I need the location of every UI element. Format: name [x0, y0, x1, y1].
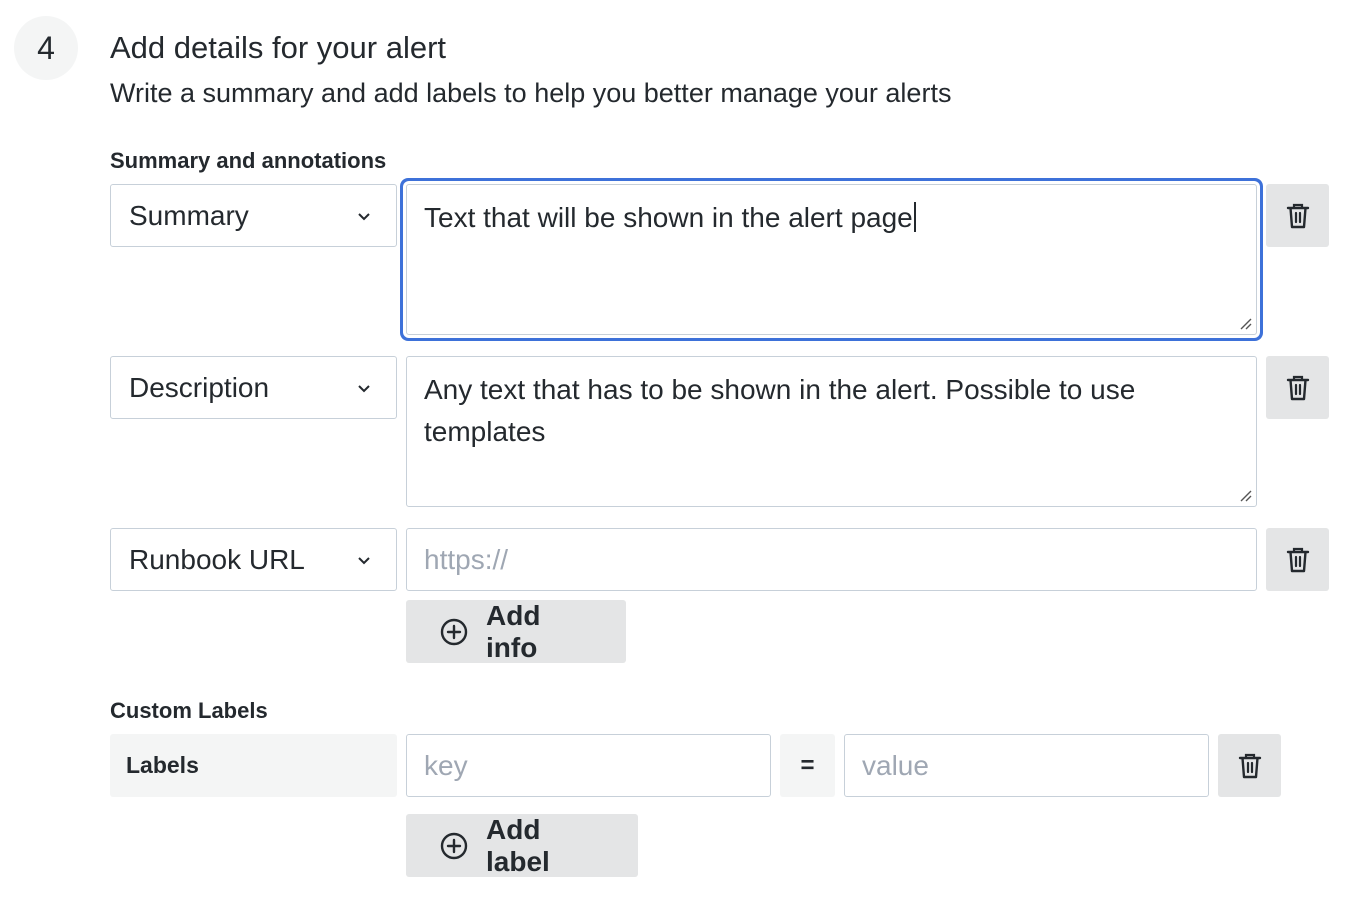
select-value: Description	[129, 371, 270, 403]
summary-textarea[interactable]: Text that will be shown in the alert pag…	[406, 184, 1257, 335]
delete-label-button[interactable]	[1218, 734, 1281, 797]
annotations-section-label: Summary and annotations	[110, 148, 387, 173]
summary-text: Text that will be shown in the alert pag…	[424, 202, 913, 233]
label-value-input[interactable]: value	[844, 734, 1209, 797]
chevron-down-icon	[358, 556, 370, 564]
select-value: Runbook URL	[129, 543, 305, 575]
add-info-button[interactable]: Add info	[406, 600, 626, 663]
delete-runbook-url-button[interactable]	[1266, 528, 1329, 591]
step-subtitle: Write a summary and add labels to help y…	[110, 78, 952, 108]
add-info-label: Add info	[486, 599, 541, 663]
delete-summary-button[interactable]	[1266, 184, 1329, 247]
runbook-url-input[interactable]: https://	[406, 528, 1257, 591]
plus-circle-icon	[440, 832, 468, 860]
select-value: Summary	[129, 199, 249, 231]
step-number-badge: 4	[14, 16, 78, 80]
label-key-input[interactable]: key	[406, 734, 771, 797]
trash-icon	[1286, 203, 1309, 228]
label-value-placeholder: value	[862, 749, 929, 781]
delete-description-button[interactable]	[1266, 356, 1329, 419]
annotation-type-select-summary[interactable]: Summary	[110, 184, 397, 247]
text-caret	[913, 202, 916, 232]
label-operator: =	[780, 734, 835, 797]
plus-circle-icon	[440, 618, 468, 646]
custom-labels-section-label: Custom Labels	[110, 698, 268, 723]
step-title: Add details for your alert	[110, 30, 447, 65]
labels-tag: Labels	[110, 734, 397, 797]
runbook-url-placeholder: https://	[424, 543, 509, 575]
step-number: 4	[37, 29, 55, 66]
trash-icon	[1238, 753, 1261, 778]
description-textarea[interactable]: Any text that has to be shown in the ale…	[406, 356, 1257, 507]
label-key-placeholder: key	[424, 749, 468, 781]
add-label-button[interactable]: Add label	[406, 814, 638, 877]
resize-handle-icon[interactable]	[1238, 488, 1252, 502]
trash-icon	[1286, 375, 1309, 400]
annotation-type-select-runbook-url[interactable]: Runbook URL	[110, 528, 397, 591]
description-text: Any text that has to be shown in the ale…	[424, 374, 1136, 447]
resize-handle-icon[interactable]	[1238, 316, 1252, 330]
chevron-down-icon	[358, 212, 370, 220]
annotation-type-select-description[interactable]: Description	[110, 356, 397, 419]
trash-icon	[1286, 547, 1309, 572]
chevron-down-icon	[358, 384, 370, 392]
add-label-label: Add label	[486, 813, 550, 877]
